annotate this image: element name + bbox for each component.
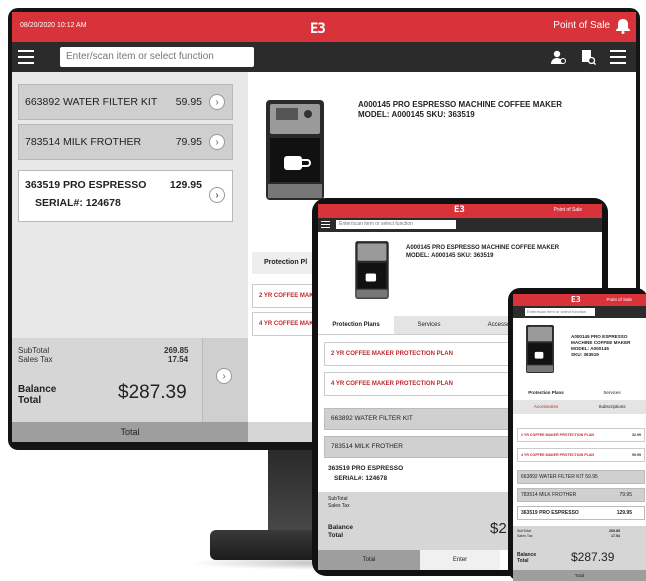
app-title: Point of Sale (553, 207, 582, 213)
total-button[interactable]: Total (513, 570, 646, 581)
cart-line-item[interactable]: 663892 WATER FILTER KIT 59.95 (517, 470, 645, 484)
balance-label: Balance Total (328, 524, 353, 539)
tax-label: Sales Tax (18, 355, 53, 364)
item-price: 59.95 (175, 96, 202, 108)
phone-tabs-row2: Accessories Subscriptions (513, 400, 646, 414)
balance-amount: $287.39 (571, 550, 615, 564)
phone-header: E3 Point of Sale (513, 294, 646, 306)
tab-protection-plans[interactable]: Protection Plans (318, 316, 394, 334)
datetime: 08/20/2020 10:12 AM (20, 22, 87, 29)
search-input[interactable]: Enter/scan item or select function (336, 220, 456, 229)
phone-toolbar: Enter/scan item or select function (513, 306, 646, 318)
total-button[interactable]: Total (12, 422, 248, 442)
tax-value: 17.54 (611, 534, 620, 538)
item-price: 129.95 (169, 179, 202, 191)
tab-subscriptions[interactable]: Subscriptions (579, 400, 645, 414)
espresso-machine-image (355, 241, 389, 299)
item-price: 79.95 (175, 136, 202, 148)
overflow-menu-icon[interactable] (610, 50, 626, 64)
enter-button[interactable]: Enter (420, 550, 500, 570)
app-title: Point of Sale (606, 297, 632, 302)
protection-plan-item[interactable]: 4 YR COFFEE MAKER PROTECTION PLAN 59.99 (517, 448, 645, 462)
item-serial: SERIAL#: 124678 (35, 197, 121, 209)
tab-protection-plans[interactable]: Protection Plans (513, 386, 579, 400)
brand-logo: E3 (310, 21, 326, 37)
subtotal-label: SubTotal (517, 529, 531, 533)
product-title: A000145 PRO ESPRESSO MACHINE COFFEE MAKE… (571, 334, 631, 357)
app-title: Point of Sale (553, 20, 610, 31)
tax-label: Sales Tax (517, 534, 533, 538)
chevron-right-icon[interactable]: › (209, 94, 225, 110)
brand-logo: E3 (454, 205, 465, 215)
subtotal-value: 269.85 (609, 529, 620, 533)
cart-line-item-selected[interactable]: 363519 PRO ESPRESSO 129.95 (517, 506, 645, 520)
total-button[interactable]: Total (318, 550, 420, 570)
phone-tabs-row1: Protection Plans Services (513, 386, 646, 401)
subtotal-label: SubTotal (328, 496, 348, 502)
tab-services[interactable]: Services (394, 316, 464, 334)
espresso-machine-image (266, 100, 324, 200)
tab-services[interactable]: Services (579, 386, 645, 400)
tab-accessories[interactable]: Accessories (513, 400, 579, 414)
search-input[interactable]: Enter/scan item or select function (525, 308, 595, 316)
tablet-header: E3 Point of Sale (318, 204, 602, 218)
subtotal-label: SubTotal (18, 346, 50, 355)
cart-pane: 663892 WATER FILTER KIT 59.95 › 783514 M… (12, 72, 249, 442)
app-header: 08/20/2020 10:12 AM E3 Point of Sale (12, 12, 636, 42)
product-title: A000145 PRO ESPRESSO MACHINE COFFEE MAKE… (358, 100, 563, 119)
cart-line-item-selected[interactable]: 363519 PRO ESPRESSO 129.95 SERIAL#: 1246… (18, 170, 233, 222)
balance-amount: $2 (490, 520, 507, 537)
cart-line-item[interactable]: 663892 WATER FILTER KIT 59.95 › (18, 84, 233, 120)
product-title: A000145 PRO ESPRESSO MACHINE COFFEE MAKE… (406, 245, 560, 259)
protection-plan-item[interactable]: 2 YR COFFEE MAKER PROTECTION PLAN 32.99 (517, 428, 645, 442)
chevron-right-icon[interactable]: › (216, 368, 232, 384)
customer-icon[interactable] (550, 49, 566, 65)
balance-amount: $287.39 (118, 382, 187, 403)
menu-icon[interactable] (18, 50, 34, 64)
menu-icon[interactable] (321, 221, 330, 228)
bell-icon[interactable] (616, 18, 630, 34)
cart-line-item[interactable]: 783514 MILK FROTHER 79.95 › (18, 124, 233, 160)
chevron-right-icon[interactable]: › (209, 187, 225, 203)
item-name: 783514 MILK FROTHER (25, 136, 142, 148)
subtotal-value: 269.85 (164, 346, 189, 355)
espresso-machine-image (526, 324, 554, 374)
chevron-right-icon[interactable]: › (209, 134, 225, 150)
search-input[interactable]: Enter/scan item or select function (60, 47, 254, 67)
totals-box: SubTotal 269.85 Sales Tax 17.54 Balance T… (12, 338, 249, 422)
tax-value: 17.54 (168, 355, 189, 364)
phone-screen: E3 Point of Sale Enter/scan item or sele… (513, 294, 646, 581)
item-name: 663892 WATER FILTER KIT (25, 96, 158, 108)
balance-label: Balance Total (18, 384, 57, 406)
balance-label: Balance Total (517, 552, 537, 564)
cart-line-item[interactable]: 783514 MILK FROTHER 79.95 (517, 488, 645, 502)
totals-box: SubTotal 269.85 Sales Tax 17.54 Balance T… (513, 526, 646, 570)
brand-logo: E3 (571, 295, 581, 304)
tax-label: Sales Tax (328, 503, 350, 509)
app-toolbar: Enter/scan item or select function (12, 42, 636, 72)
tablet-toolbar: Enter/scan item or select function (318, 218, 602, 232)
document-search-icon[interactable] (580, 49, 596, 65)
item-name: 363519 PRO ESPRESSO (25, 179, 147, 191)
